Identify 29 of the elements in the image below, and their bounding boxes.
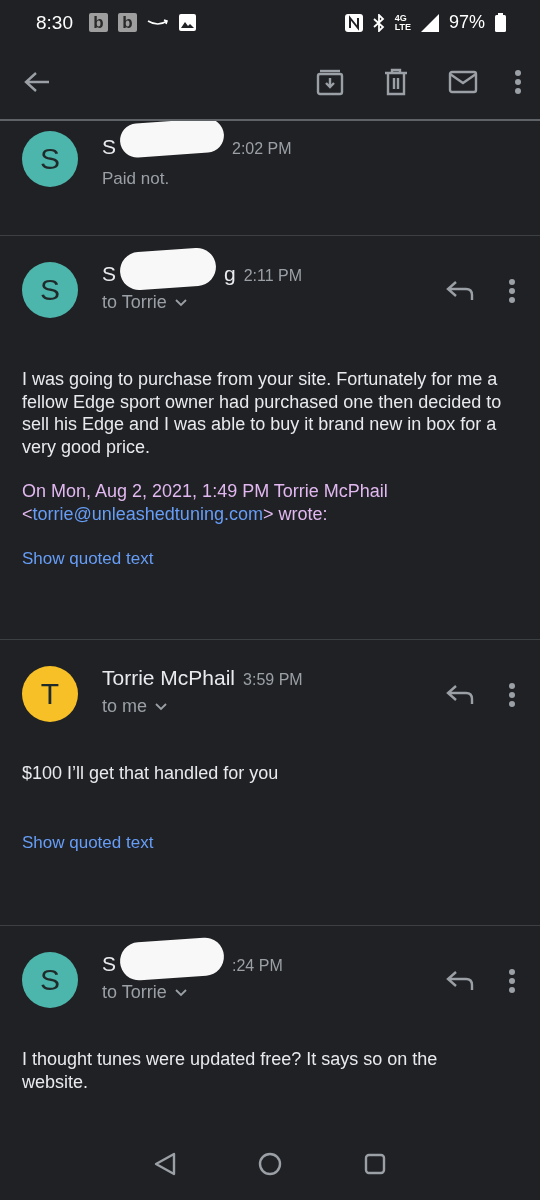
- avatar-letter: S: [40, 273, 60, 307]
- sender-name: Torrie McPhail: [102, 666, 236, 690]
- message-snippet: Paid not.: [102, 169, 171, 189]
- avatar-letter: T: [40, 677, 60, 711]
- message-time: 2:02 PM: [232, 140, 292, 158]
- recipient-toggle[interactable]: to Torrie: [102, 982, 187, 1003]
- quote-attribution: On Mon, Aug 2, 2021, 1:49 PM Torrie McPhail <torrie@unleashedtuning.com> wrote:: [22, 480, 389, 525]
- clock: 8:30: [36, 11, 73, 34]
- show-quoted-link[interactable]: Show quoted text: [22, 832, 154, 853]
- avatar-letter: S: [40, 963, 60, 997]
- sender-name: S: [102, 952, 116, 976]
- message-time: 2:11 PM: [243, 267, 303, 285]
- network-type: 4G LTE: [394, 13, 411, 32]
- app-notification-icon: b: [89, 13, 108, 32]
- avatar-letter: S: [40, 142, 60, 176]
- message-time: 3:59 PM: [243, 671, 303, 689]
- message-body: I was going to purchase from your site. Fortunately for me a fellow Edge sport owner had purchased one then decided to sell his Edge and I was able to buy it brand new in box for a very good price.: [22, 368, 503, 458]
- sender-name: g: [224, 262, 236, 286]
- battery-percent: 97%: [448, 12, 485, 33]
- recipient-toggle[interactable]: to Torrie: [102, 292, 187, 313]
- show-quoted-link[interactable]: Show quoted text: [22, 549, 154, 569]
- recipient-toggle[interactable]: to me: [102, 696, 168, 717]
- sender-name: S: [102, 135, 116, 159]
- sender-name: S: [102, 262, 116, 286]
- app-notification-icon: b: [118, 13, 137, 32]
- message-body: I thought tunes were updated free? It says so on the website.: [22, 1048, 439, 1093]
- message-body: $100 I’ll get that handled for you: [22, 762, 280, 785]
- email-link[interactable]: torrie@unleashedtuning.com: [32, 503, 263, 524]
- message-time: :24 PM: [232, 957, 283, 975]
